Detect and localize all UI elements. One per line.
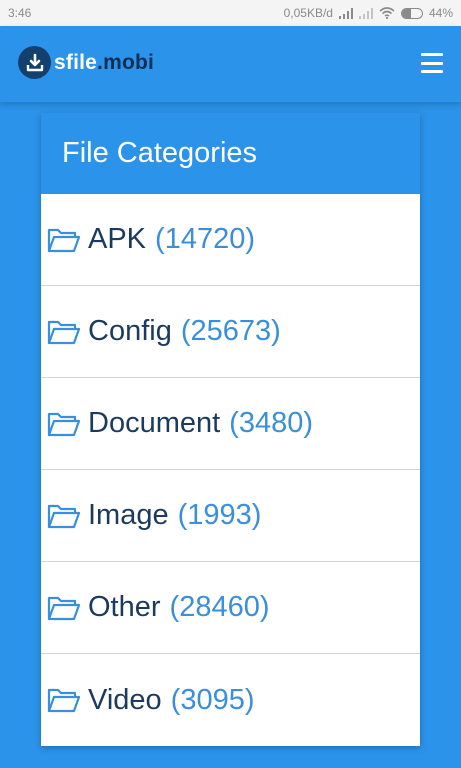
brand-name-part1: sfile [54,50,98,74]
category-item-image[interactable]: Image (1993) [41,470,420,562]
brand-name-part2: .mobi [97,50,155,74]
category-count: (14720) [155,223,255,255]
category-item-document[interactable]: Document (3480) [41,378,420,470]
category-name: Video [88,683,162,716]
battery-fill [401,8,411,18]
category-item-config[interactable]: Config (25673) [41,286,420,378]
folder-open-icon [47,595,81,621]
brand-name: sfile.mobi [54,51,154,75]
menu-bar-top [421,53,443,56]
battery-icon [400,7,423,19]
category-name: Document [88,407,221,439]
category-list: APK (14720) Config (25673) Document (3480) Ima… [41,194,420,746]
wifi-icon [379,7,395,19]
brand-link[interactable]: sfile.mobi [18,46,154,79]
status-time: 3:46 [8,6,32,20]
file-categories-card: File Categories APK (14720) Config (25673) D… [41,113,420,746]
category-item-other[interactable]: Other (28460) [41,562,420,654]
category-name: Other [88,591,161,623]
network-speed: 0,05KB/d [283,6,333,20]
download-logo-icon [18,46,51,79]
category-count: (3095) [170,683,255,716]
menu-bar-bottom [421,70,443,73]
category-name: Image [88,499,169,531]
card-title: File Categories [41,113,420,194]
signal-icon [338,7,353,19]
hamburger-menu-icon[interactable] [421,53,443,73]
folder-open-icon [47,687,81,713]
folder-open-icon [47,411,81,437]
status-bar: 3:46 0,05KB/d 44% [0,0,461,26]
category-count: (1993) [177,499,262,531]
menu-bar-middle [421,61,443,65]
category-count: (3480) [229,407,313,439]
navbar: sfile.mobi [0,26,461,102]
category-count: (28460) [169,591,270,623]
signal-icon-secondary [358,7,373,19]
category-item-apk[interactable]: APK (14720) [41,194,420,286]
category-item-video[interactable]: Video (3095) [41,654,420,746]
status-indicators: 0,05KB/d 44% [284,6,453,20]
category-name: APK [88,223,147,255]
folder-open-icon [47,227,81,253]
category-count: (25673) [180,315,281,347]
battery-percent: 44% [428,6,453,20]
folder-open-icon [47,319,81,345]
folder-open-icon [47,503,81,529]
category-name: Config [88,315,172,347]
